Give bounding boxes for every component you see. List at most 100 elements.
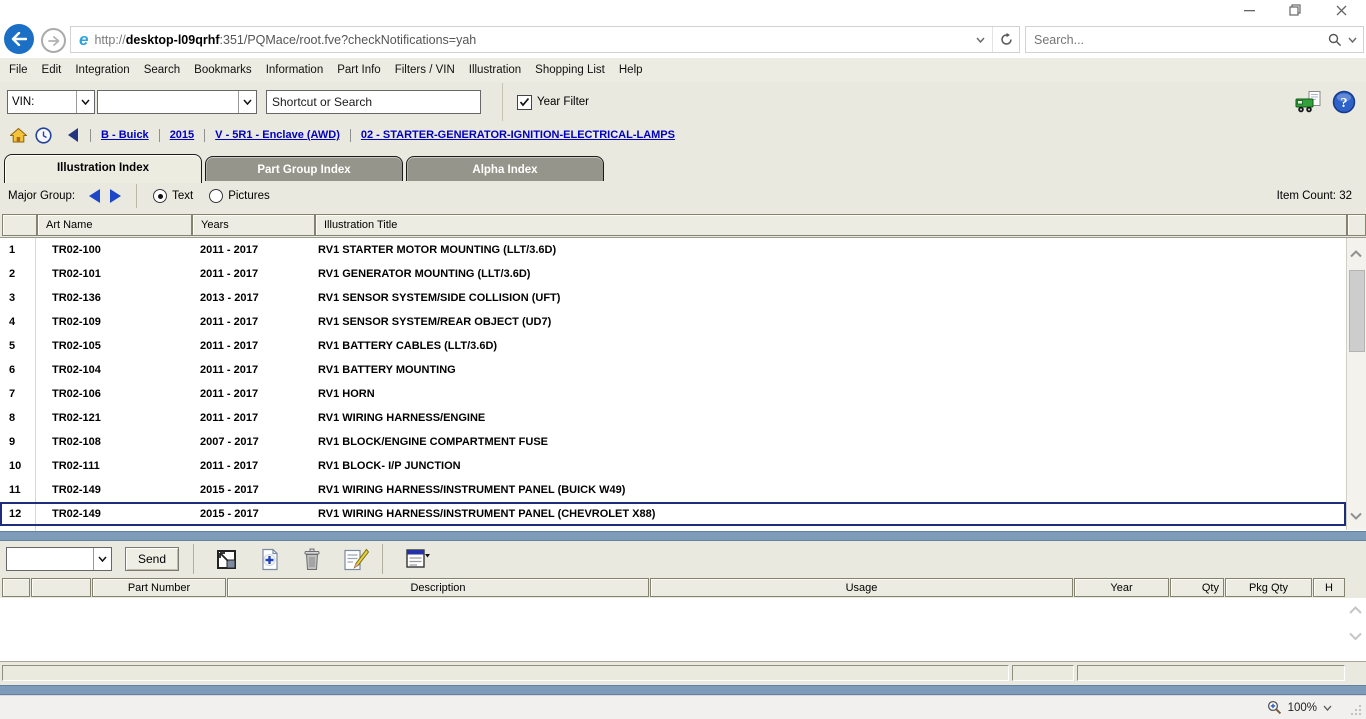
parts-column-description[interactable]: Description bbox=[227, 578, 649, 597]
column-header-rownum[interactable] bbox=[2, 214, 37, 236]
table-row[interactable]: 6 TR02-104 2011 - 2017 RV1 BATTERY MOUNT… bbox=[0, 358, 1346, 382]
parts-column-blank2[interactable] bbox=[31, 578, 91, 597]
open-in-window-button[interactable] bbox=[215, 548, 238, 571]
view-text-radio[interactable] bbox=[153, 189, 167, 203]
zoom-level: 100% bbox=[1288, 702, 1317, 714]
menu-item[interactable]: Integration bbox=[68, 59, 136, 82]
search-input[interactable] bbox=[1026, 32, 1328, 48]
combo-arrow-button[interactable] bbox=[76, 91, 94, 113]
home-button[interactable] bbox=[10, 128, 27, 143]
menu-item[interactable]: Illustration bbox=[462, 59, 528, 82]
parts-column-blank1[interactable] bbox=[2, 578, 30, 597]
edit-notes-button[interactable] bbox=[343, 548, 369, 571]
menu-item[interactable]: Edit bbox=[35, 59, 69, 82]
parts-list-view-button[interactable] bbox=[405, 548, 431, 570]
table-row[interactable]: 10 TR02-111 2011 - 2017 RV1 BLOCK- I/P J… bbox=[0, 454, 1346, 478]
menu-item[interactable]: Part Info bbox=[330, 59, 387, 82]
resize-grip[interactable] bbox=[1350, 704, 1362, 716]
major-group-prev-button[interactable] bbox=[89, 189, 100, 203]
refresh-button[interactable] bbox=[992, 27, 1019, 52]
check-icon bbox=[519, 97, 530, 107]
address-bar[interactable]: e http://desktop-l09qrhf:351/PQMace/root… bbox=[70, 26, 1020, 53]
close-button[interactable] bbox=[1318, 0, 1364, 20]
parts-column-pkg-qty[interactable]: Pkg Qty bbox=[1225, 578, 1312, 597]
zoom-control[interactable]: 100% bbox=[1267, 696, 1332, 719]
menu-item[interactable]: File bbox=[2, 59, 35, 82]
column-header-art-name[interactable]: Art Name bbox=[37, 214, 192, 236]
breadcrumb-link[interactable]: B - Buick bbox=[80, 129, 149, 142]
view-text-label: Text bbox=[172, 190, 193, 202]
zoom-dropdown-icon bbox=[1323, 705, 1332, 711]
scroll-down-icon[interactable] bbox=[1349, 632, 1362, 641]
menu-item[interactable]: Search bbox=[137, 59, 187, 82]
help-icon[interactable]: ? bbox=[1332, 90, 1356, 114]
back-button[interactable] bbox=[4, 24, 34, 54]
table-row[interactable]: 1 TR02-100 2011 - 2017 RV1 STARTER MOTOR… bbox=[0, 238, 1346, 262]
vertical-scrollbar[interactable] bbox=[1346, 238, 1366, 530]
table-row[interactable]: 9 TR02-108 2007 - 2017 RV1 BLOCK/ENGINE … bbox=[0, 430, 1346, 454]
add-item-button[interactable] bbox=[259, 548, 281, 571]
row-number: 1 bbox=[9, 244, 15, 256]
tab[interactable]: Alpha Index bbox=[406, 156, 604, 183]
parts-column-qty[interactable]: Qty bbox=[1170, 578, 1224, 597]
scroll-up-icon[interactable] bbox=[1349, 606, 1362, 615]
table-row[interactable]: 11 TR02-149 2015 - 2017 RV1 WIRING HARNE… bbox=[0, 478, 1346, 502]
parts-column-usage[interactable]: Usage bbox=[650, 578, 1073, 597]
tab[interactable]: Part Group Index bbox=[205, 156, 403, 183]
year-filter-checkbox[interactable] bbox=[517, 95, 532, 110]
vin-value-combobox[interactable] bbox=[97, 90, 257, 114]
table-row[interactable]: 12 TR02-149 2015 - 2017 RV1 WIRING HARNE… bbox=[0, 502, 1346, 526]
delete-button[interactable] bbox=[302, 548, 322, 571]
parts-truck-icon[interactable] bbox=[1295, 91, 1323, 114]
combo-arrow-button[interactable] bbox=[93, 548, 111, 570]
send-target-combobox[interactable] bbox=[6, 547, 112, 571]
breadcrumb-link[interactable]: 02 - STARTER-GENERATOR-IGNITION-ELECTRIC… bbox=[340, 129, 675, 142]
history-button[interactable] bbox=[35, 127, 52, 144]
breadcrumb-back-button[interactable] bbox=[68, 128, 78, 142]
browser-status-bar: 100% bbox=[0, 695, 1366, 719]
shortcut-search-input[interactable] bbox=[266, 90, 481, 114]
column-header-illustration-title[interactable]: Illustration Title bbox=[315, 214, 1347, 236]
column-header-years[interactable]: Years bbox=[192, 214, 315, 236]
major-group-next-button[interactable] bbox=[110, 189, 121, 203]
vin-type-combobox[interactable]: VIN: bbox=[7, 90, 95, 114]
address-dropdown-button[interactable] bbox=[969, 27, 992, 52]
scroll-down-icon[interactable] bbox=[1350, 512, 1362, 520]
minimize-button[interactable] bbox=[1226, 0, 1272, 20]
art-name-cell: TR02-109 bbox=[52, 316, 101, 328]
menu-item[interactable]: Bookmarks bbox=[187, 59, 259, 82]
view-pictures-radio[interactable] bbox=[209, 189, 223, 203]
internet-explorer-icon: e bbox=[79, 30, 88, 50]
breadcrumb-link[interactable]: V - 5R1 - Enclave (AWD) bbox=[194, 129, 340, 142]
table-row[interactable]: 5 TR02-105 2011 - 2017 RV1 BATTERY CABLE… bbox=[0, 334, 1346, 358]
table-row[interactable]: 7 TR02-106 2011 - 2017 RV1 HORN bbox=[0, 382, 1346, 406]
breadcrumb-link[interactable]: 2015 bbox=[149, 129, 194, 142]
restore-button[interactable] bbox=[1272, 0, 1318, 20]
search-dropdown-icon[interactable] bbox=[1348, 37, 1357, 43]
search-icon[interactable] bbox=[1328, 33, 1342, 47]
menu-item[interactable]: Help bbox=[612, 59, 650, 82]
splitter-bar[interactable] bbox=[0, 531, 1366, 541]
parts-column-year[interactable]: Year bbox=[1074, 578, 1169, 597]
forward-button[interactable] bbox=[41, 28, 66, 53]
parts-column-h[interactable]: H bbox=[1313, 578, 1345, 597]
combo-arrow-button[interactable] bbox=[238, 91, 256, 113]
table-row[interactable]: 8 TR02-121 2011 - 2017 RV1 WIRING HARNES… bbox=[0, 406, 1346, 430]
table-row[interactable]: 3 TR02-136 2013 - 2017 RV1 SENSOR SYSTEM… bbox=[0, 286, 1346, 310]
menu-item[interactable]: Shopping List bbox=[528, 59, 612, 82]
tab[interactable]: Illustration Index bbox=[4, 154, 202, 183]
scroll-up-icon[interactable] bbox=[1350, 250, 1362, 258]
table-row[interactable]: 4 TR02-109 2011 - 2017 RV1 SENSOR SYSTEM… bbox=[0, 310, 1346, 334]
table-row[interactable]: 2 TR02-101 2011 - 2017 RV1 GENERATOR MOU… bbox=[0, 262, 1346, 286]
illustration-title-cell: RV1 BATTERY CABLES (LLT/3.6D) bbox=[318, 340, 497, 352]
browser-search-box bbox=[1025, 26, 1364, 53]
menu-item[interactable]: Information bbox=[259, 59, 331, 82]
menu-item[interactable]: Filters / VIN bbox=[388, 59, 462, 82]
send-button[interactable]: Send bbox=[125, 547, 179, 571]
scrollbar-thumb[interactable] bbox=[1349, 270, 1365, 352]
menu-bar: FileEditIntegrationSearchBookmarksInform… bbox=[0, 58, 1366, 83]
row-number: 6 bbox=[9, 364, 15, 376]
table-view-icon bbox=[405, 548, 431, 570]
parts-column-part-number[interactable]: Part Number bbox=[92, 578, 226, 597]
art-name-cell: TR02-100 bbox=[52, 244, 101, 256]
